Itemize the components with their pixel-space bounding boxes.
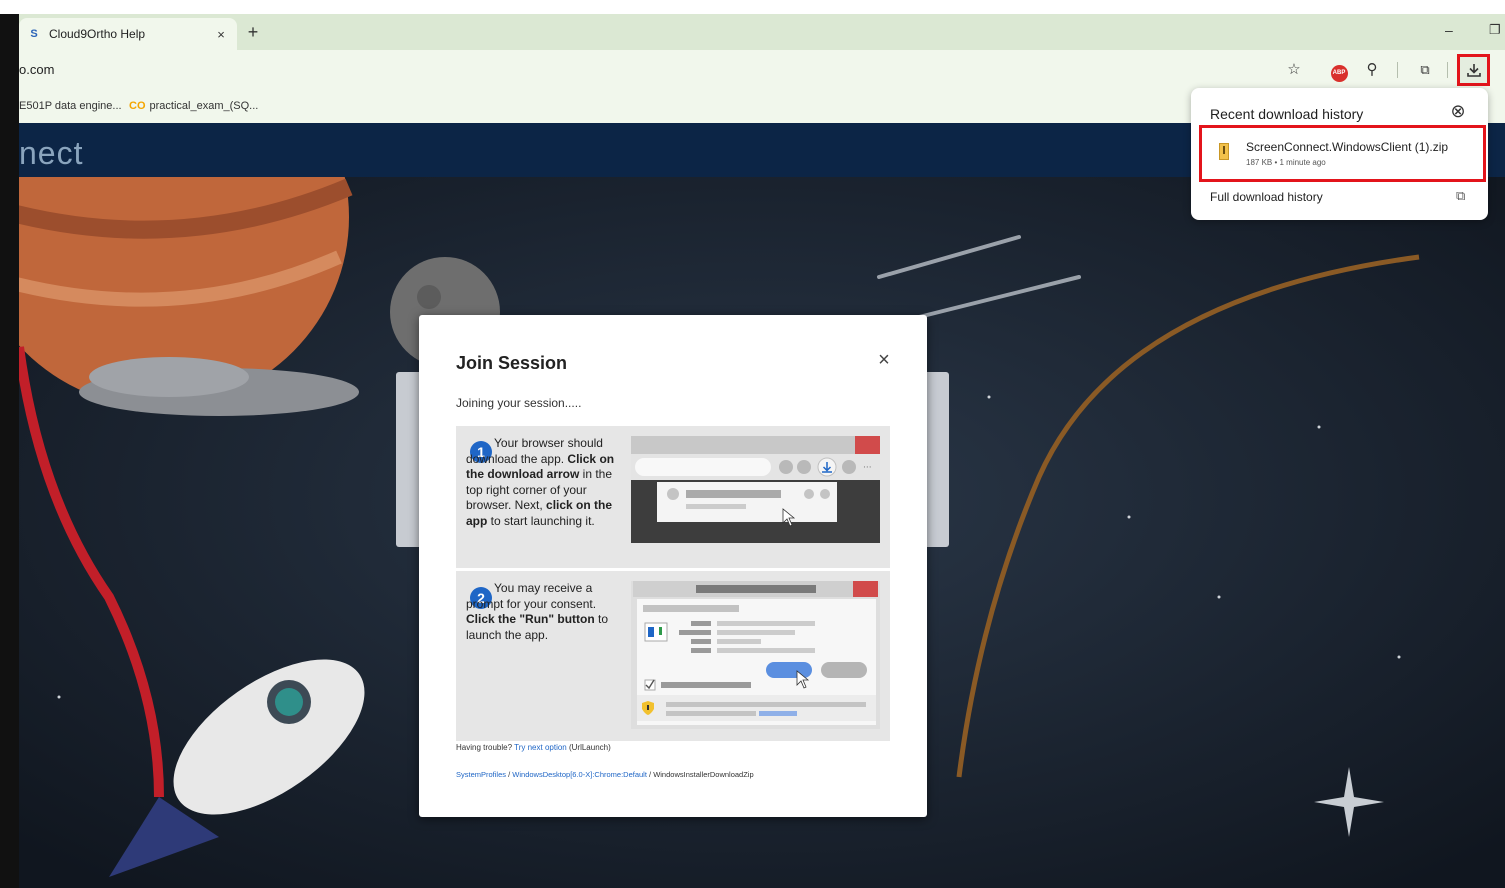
trouble-suffix: (UrlLaunch) [566, 743, 611, 752]
colab-icon: CO [129, 100, 146, 112]
toolbar-separator [1397, 62, 1398, 78]
address-toolbar: o.com ☆ ABP ⚲ ⧉ [19, 50, 1505, 90]
tab-close-icon[interactable]: × [213, 27, 229, 42]
extensions-puzzle-icon[interactable]: ⚲ [1362, 60, 1382, 80]
trouble-prefix: Having trouble? [456, 743, 515, 752]
close-circle-icon[interactable]: ⊗ [1447, 100, 1469, 122]
web-page: nect Join Session × Joining your session… [19, 123, 1505, 888]
zip-file-icon [1219, 143, 1229, 160]
bookmark-star-icon[interactable]: ☆ [1284, 60, 1304, 80]
download-history-popup: Recent download history ⊗ ScreenConnect.… [1191, 88, 1488, 220]
breadcrumb: SystemProfiles / WindowsDesktop[6.0-X]:C… [456, 770, 754, 779]
step-2-instructions: You may receive a prompt for your consen… [466, 581, 621, 643]
window-minimize-button[interactable]: – [1445, 22, 1453, 38]
join-session-dialog: Join Session × Joining your session.....… [419, 315, 927, 817]
bookmark-item-practical-exam[interactable]: CO practical_exam_(SQ... [129, 100, 258, 112]
address-bar[interactable]: o.com [19, 57, 1259, 83]
step-2-panel: 2 You may receive a prompt for your cons… [456, 571, 890, 741]
side-panel-icon[interactable]: ⧉ [1415, 60, 1435, 80]
try-next-option-link[interactable]: Try next option [514, 743, 567, 752]
download-file-name: ScreenConnect.WindowsClient (1).zip [1246, 140, 1449, 154]
adblock-plus-badge: ABP [1330, 65, 1348, 82]
download-item-screenconnect-zip[interactable]: ScreenConnect.WindowsClient (1).zip 187 … [1199, 125, 1486, 182]
step-text: to start launching it. [487, 513, 595, 528]
dialog-title: Join Session [456, 353, 568, 373]
breadcrumb-system-profiles-link[interactable]: SystemProfiles [456, 770, 506, 779]
download-history-title: Recent download history [1210, 106, 1364, 122]
step-1-instructions: Your browser should download the app. Cl… [466, 436, 621, 529]
download-file-meta: 187 KB • 1 minute ago [1246, 158, 1326, 167]
bookmark-label: practical_exam_(SQ... [149, 100, 259, 112]
left-screen-edge [0, 14, 19, 888]
new-tab-button[interactable]: + [243, 22, 263, 42]
svg-text:···: ··· [863, 463, 872, 473]
step-1-panel: 1 Your browser should download the app. … [456, 426, 890, 568]
bookmark-item-data-engine[interactable]: E501P data engine... [19, 100, 122, 112]
dialog-subtitle: Joining your session..... [456, 396, 582, 410]
download-arrow-icon [1466, 64, 1481, 77]
tab-strip: S Cloud9Ortho Help × + – ❐ [19, 14, 1505, 50]
full-download-history-link[interactable]: Full download history [1210, 190, 1323, 204]
trouble-help-text: Having trouble? Try next option (UrlLaun… [456, 743, 611, 752]
step-emphasis: Click the "Run" button [466, 612, 595, 626]
toolbar-separator [1447, 62, 1448, 78]
open-external-icon[interactable]: ⧉ [1456, 188, 1465, 204]
browser-window: S Cloud9Ortho Help × + – ❐ o.com ☆ ABP ⚲… [19, 14, 1505, 888]
run-prompt-illustration [631, 581, 880, 729]
step-text: You may receive a prompt for your consen… [466, 581, 597, 611]
tab-title: Cloud9Ortho Help [49, 27, 146, 41]
window-restore-button[interactable]: ❐ [1489, 22, 1501, 38]
browser-download-illustration: ··· [631, 436, 880, 543]
site-brand-text: nect [19, 135, 84, 171]
site-favicon-icon: S [30, 28, 38, 40]
adblock-plus-icon[interactable]: ABP [1329, 60, 1349, 82]
dialog-close-icon[interactable]: × [874, 349, 894, 372]
breadcrumb-windows-desktop-link[interactable]: WindowsDesktop[6.0-X]:Chrome:Default [512, 770, 647, 779]
downloads-button[interactable] [1457, 54, 1490, 86]
os-top-strip [0, 0, 1505, 14]
tab-cloud9ortho-help[interactable]: S Cloud9Ortho Help × [19, 18, 237, 50]
breadcrumb-current: WindowsInstallerDownloadZip [653, 770, 754, 779]
